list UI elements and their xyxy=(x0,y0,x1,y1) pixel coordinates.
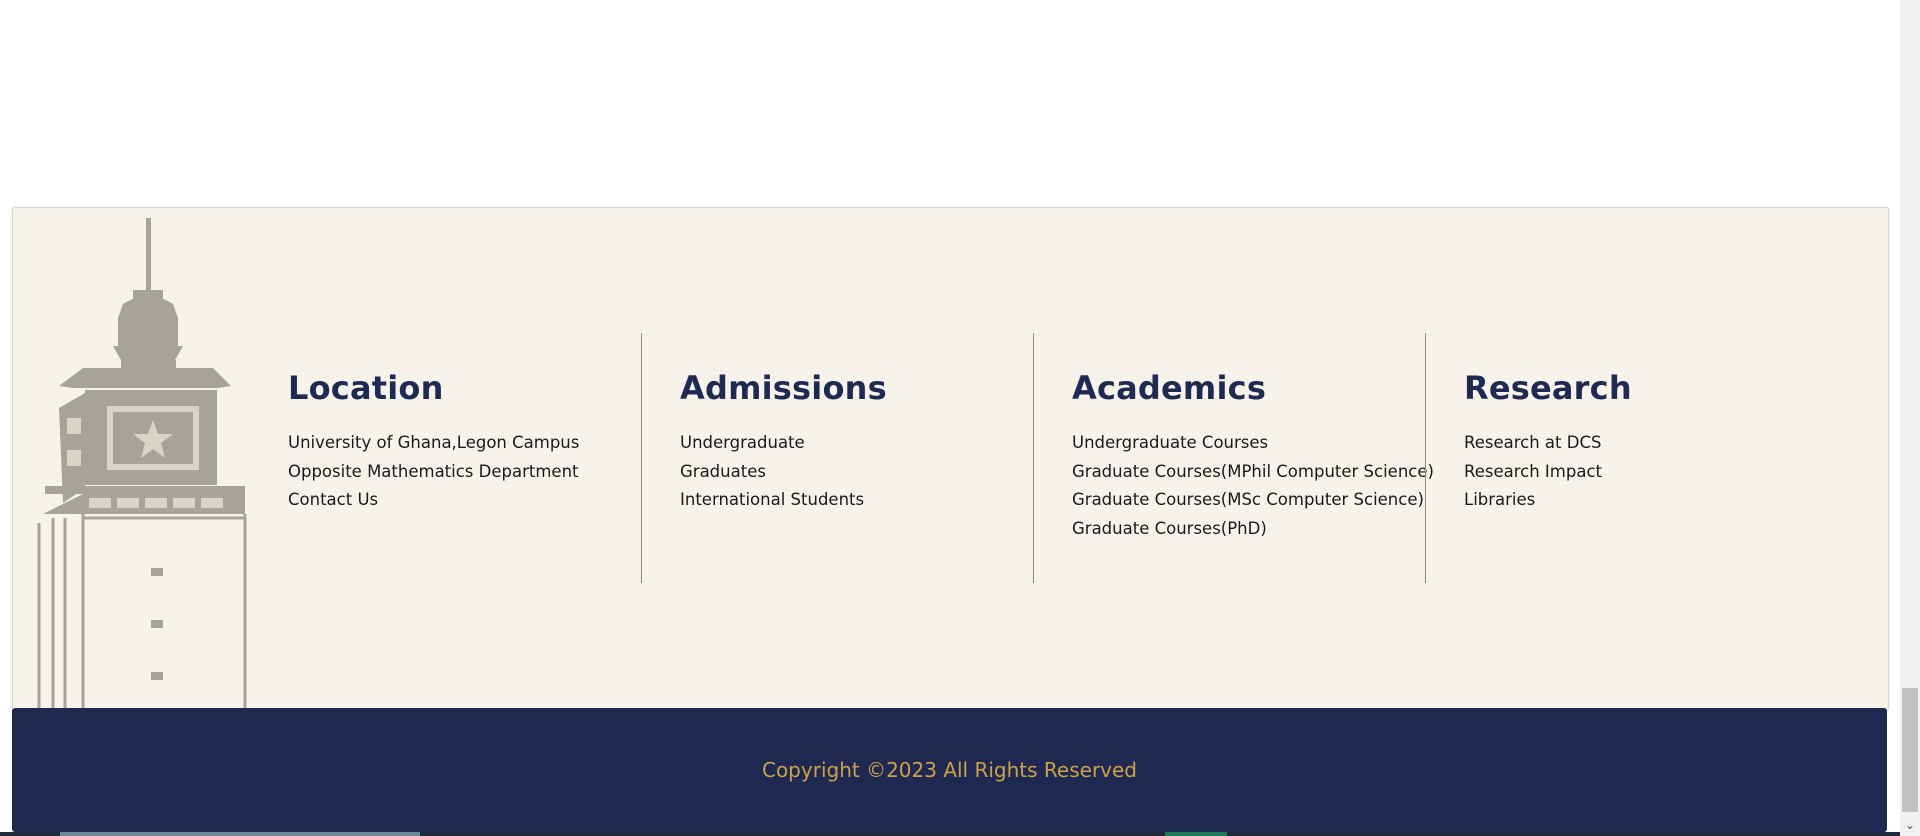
footer-link-research-at-dcs[interactable]: Research at DCS xyxy=(1464,429,1632,458)
column-heading: Location xyxy=(288,369,444,407)
clock-tower-illustration xyxy=(37,218,247,710)
column-divider xyxy=(1033,333,1034,583)
footer-link-msc-courses[interactable]: Graduate Courses(MSc Computer Science) xyxy=(1072,486,1434,515)
footer-link-research-impact[interactable]: Research Impact xyxy=(1464,458,1632,487)
footer-column-research: Research Research at DCS Research Impact… xyxy=(1464,368,1632,515)
footer-link-opposite-math-dept[interactable]: Opposite Mathematics Department xyxy=(288,458,579,487)
footer-link-campus[interactable]: University of Ghana,Legon Campus xyxy=(288,429,579,458)
column-heading: Academics xyxy=(1072,369,1267,407)
footer-column-academics: Academics Undergraduate Courses Graduate… xyxy=(1072,368,1434,544)
footer-link-graduates[interactable]: Graduates xyxy=(680,458,887,487)
footer-column-location: Location University of Ghana,Legon Campu… xyxy=(288,368,579,515)
copyright-bar: Copyright ©2023 All Rights Reserved xyxy=(12,708,1887,832)
footer-link-mphil-courses[interactable]: Graduate Courses(MPhil Computer Science) xyxy=(1072,458,1434,487)
chevron-down-icon[interactable]: ⌄ xyxy=(1900,816,1920,834)
copyright-text: Copyright ©2023 All Rights Reserved xyxy=(761,758,1138,782)
footer-link-libraries[interactable]: Libraries xyxy=(1464,486,1632,515)
column-divider xyxy=(641,333,642,583)
scrollbar-thumb[interactable] xyxy=(1902,688,1918,812)
site-footer: Location University of Ghana,Legon Campu… xyxy=(12,207,1889,711)
footer-link-undergraduate[interactable]: Undergraduate xyxy=(680,429,887,458)
column-divider xyxy=(1425,333,1426,583)
footer-link-undergraduate-courses[interactable]: Undergraduate Courses xyxy=(1072,429,1434,458)
footer-link-phd-courses[interactable]: Graduate Courses(PhD) xyxy=(1072,515,1434,544)
taskbar-item xyxy=(60,832,420,836)
column-heading: Admissions xyxy=(680,369,887,407)
taskbar-item xyxy=(1165,832,1227,836)
column-heading: Research xyxy=(1464,369,1632,407)
footer-column-admissions: Admissions Undergraduate Graduates Inter… xyxy=(680,368,887,515)
vertical-scrollbar[interactable]: ⌄ xyxy=(1900,0,1920,836)
taskbar-edge xyxy=(0,832,1900,836)
footer-link-international-students[interactable]: International Students xyxy=(680,486,887,515)
footer-link-contact-us[interactable]: Contact Us xyxy=(288,486,579,515)
